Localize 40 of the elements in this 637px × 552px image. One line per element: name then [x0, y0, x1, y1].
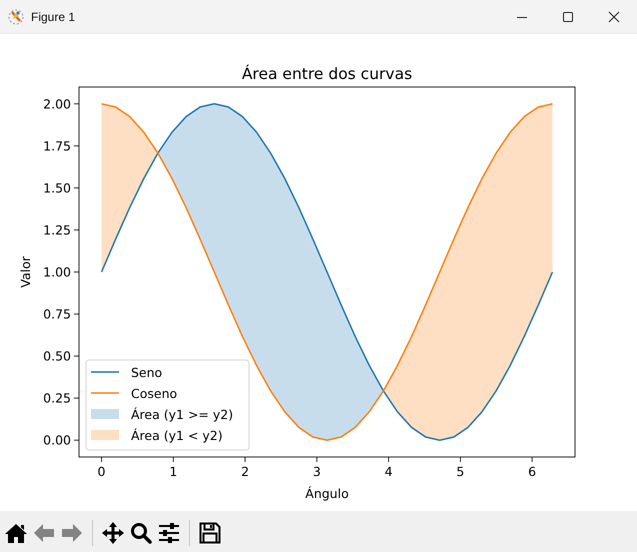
tick-label: 2.00 [43, 96, 71, 112]
search-icon[interactable] [129, 520, 153, 544]
tick-label: 1.25 [43, 222, 71, 238]
move-icon[interactable] [101, 520, 125, 544]
tick-mark [244, 456, 246, 462]
tick-label: 0 [98, 464, 106, 479]
tick-mark [388, 456, 390, 462]
sliders-icon[interactable] [157, 520, 181, 544]
tick-mark [460, 456, 461, 462]
tick-label: 1.75 [43, 138, 71, 154]
axis-title: Valor [18, 256, 33, 288]
chart-title: Área entre dos curvas [242, 65, 412, 83]
window-title: Figure 1 [31, 10, 76, 24]
legend-label: Seno [131, 365, 162, 380]
tick-label: 1.00 [43, 264, 71, 280]
tick-mark [74, 398, 80, 399]
legend-label: Coseno [131, 386, 178, 401]
tick-mark [172, 456, 174, 462]
tick-label: 6 [528, 464, 536, 479]
app-icon [7, 8, 25, 26]
tick-label: 3 [312, 464, 321, 479]
tick-label: 1 [169, 464, 178, 479]
tick-label: 0.75 [43, 306, 71, 322]
tick-label: 4 [384, 464, 393, 479]
legend-label: Área (y1 < y2) [131, 428, 223, 443]
axis-title: Ángulo [305, 486, 349, 501]
tick-label: 0.50 [43, 348, 71, 364]
tick-mark [316, 456, 318, 462]
tick-label: 5 [456, 464, 464, 479]
tick-mark [74, 440, 80, 441]
tick-mark [74, 103, 80, 104]
legend-label: Área (y1 >= y2) [131, 407, 234, 422]
tick-label: 2 [241, 464, 250, 479]
tick-label: 0.00 [43, 432, 71, 448]
tick-mark [74, 145, 80, 146]
tick-label: 0.25 [43, 390, 71, 406]
save-icon[interactable] [198, 520, 222, 544]
tick-mark [101, 456, 102, 462]
tick-mark [532, 456, 533, 462]
tick-label: 1.50 [43, 180, 71, 196]
